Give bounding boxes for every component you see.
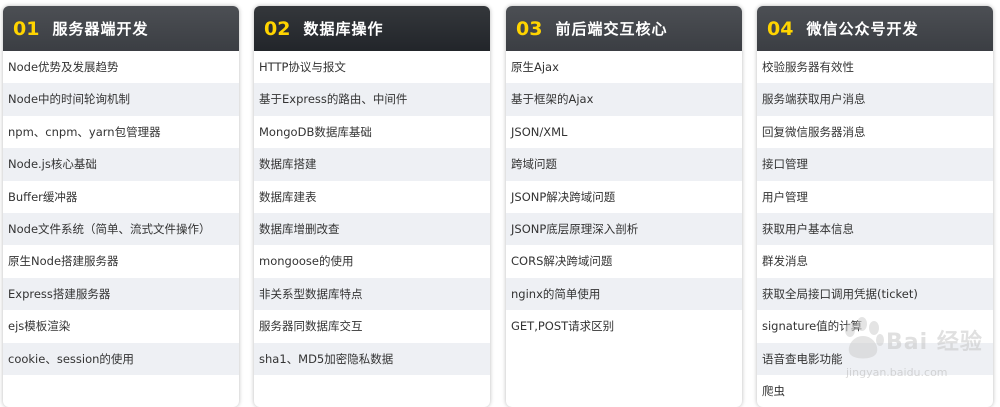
topic-item: 数据库增删改查	[254, 212, 490, 246]
topic-item: mongoose的使用	[259, 254, 354, 269]
topic-item: Node文件系统（简单、流式文件操作）	[3, 212, 239, 246]
topic-item: cookie、session的使用	[3, 342, 239, 375]
topic-item: Buffer缓冲器	[8, 189, 78, 204]
card-topic-list: Node优势及发展趋势 Node中的时间轮询机制 npm、cnpm、yarn包管理器…	[3, 51, 239, 375]
topic-item: 基于Express的路由、中间件	[254, 83, 490, 116]
card-number: 01	[13, 17, 40, 40]
topic-item: 群发消息	[762, 254, 808, 269]
topic-item: 基于框架的Ajax	[506, 83, 742, 116]
topic-item: 服务端获取用户消息	[757, 83, 993, 116]
card-title: 数据库操作	[303, 20, 384, 38]
topic-item: 爬虫	[762, 383, 785, 398]
topic-item: HTTP协议与报文	[259, 60, 346, 74]
topic-item: Node中的时间轮询机制	[3, 83, 239, 116]
topic-item: MongoDB数据库基础	[259, 124, 372, 139]
topic-item: JSONP解决跨域问题	[511, 189, 616, 204]
topic-item: 获取全局接口调用凭据(ticket)	[757, 277, 993, 311]
card-title: 微信公众号开发	[806, 20, 919, 38]
card-wechat-dev: 04 微信公众号开发 校验服务器有效性服务端获取用户消息回复微信服务器消息接口管…	[757, 6, 993, 407]
topic-item: signature值的计算	[762, 319, 863, 334]
card-number: 03	[516, 17, 543, 40]
card-header: 01 服务器端开发	[3, 6, 239, 51]
topic-item: 非关系型数据库特点	[254, 277, 490, 311]
topic-item: CORS解决跨域问题	[511, 254, 613, 269]
topic-item: 校验服务器有效性	[762, 60, 854, 74]
topic-item: GET,POST请求区别	[511, 319, 615, 334]
card-title: 服务器端开发	[52, 20, 149, 38]
card-number: 04	[767, 17, 794, 40]
card-topic-list: HTTP协议与报文 基于Express的路由、中间件 MongoDB数据库基础 数据库…	[254, 51, 490, 375]
topic-item: Node优势及发展趋势	[8, 60, 119, 74]
topic-item: 语音查电影功能	[757, 342, 993, 375]
card-number: 02	[264, 17, 291, 40]
card-header: 02 数据库操作	[254, 6, 490, 51]
topic-item: JSON/XML	[511, 124, 568, 139]
card-header: 03 前后端交互核心	[506, 6, 742, 51]
curriculum-board: 01 服务器端开发 Node优势及发展趋势 Node中的时间轮询机制 npm、cnp…	[0, 0, 1000, 407]
card-frontend-backend: 03 前后端交互核心 原生Ajax 基于框架的Ajax JSON/XML 跨域问题 JS…	[506, 6, 742, 407]
card-database: 02 数据库操作 HTTP协议与报文基于Express的路由、中间件 MongoD…	[254, 6, 490, 407]
topic-item: 跨域问题	[506, 148, 742, 181]
topic-item: npm、cnpm、yarn包管理器	[8, 124, 161, 139]
topic-item: Node.js核心基础	[3, 148, 239, 181]
topic-item: JSONP底层原理深入剖析	[506, 212, 742, 246]
card-title: 前后端交互核心	[555, 20, 668, 38]
card-topic-list: 原生Ajax 基于框架的Ajax JSON/XML 跨域问题 JSONP解决跨域问题 JS…	[506, 51, 742, 343]
topic-item: 接口管理	[757, 148, 993, 181]
topic-item: 服务器同数据库交互	[259, 319, 363, 334]
topic-item: 数据库建表	[259, 189, 317, 204]
card-server-dev: 01 服务器端开发 Node优势及发展趋势 Node中的时间轮询机制 npm、cnp…	[3, 6, 239, 407]
topic-item: 原生Ajax	[511, 60, 559, 74]
topic-item: nginx的简单使用	[506, 277, 742, 311]
topic-item: ejs模板渲染	[8, 319, 71, 334]
topic-item: 回复微信服务器消息	[762, 124, 866, 139]
topic-item: 数据库搭建	[254, 148, 490, 181]
card-topic-list: 校验服务器有效性服务端获取用户消息回复微信服务器消息接口管理用户管理获取用户基本…	[757, 51, 993, 407]
topic-item: 获取用户基本信息	[757, 212, 993, 246]
card-header: 04 微信公众号开发	[757, 6, 993, 51]
topic-item: 原生Node搭建服务器	[8, 254, 119, 269]
topic-item: Express搭建服务器	[3, 277, 239, 311]
topic-item: 用户管理	[762, 189, 808, 204]
topic-item: sha1、MD5加密隐私数据	[254, 342, 490, 375]
